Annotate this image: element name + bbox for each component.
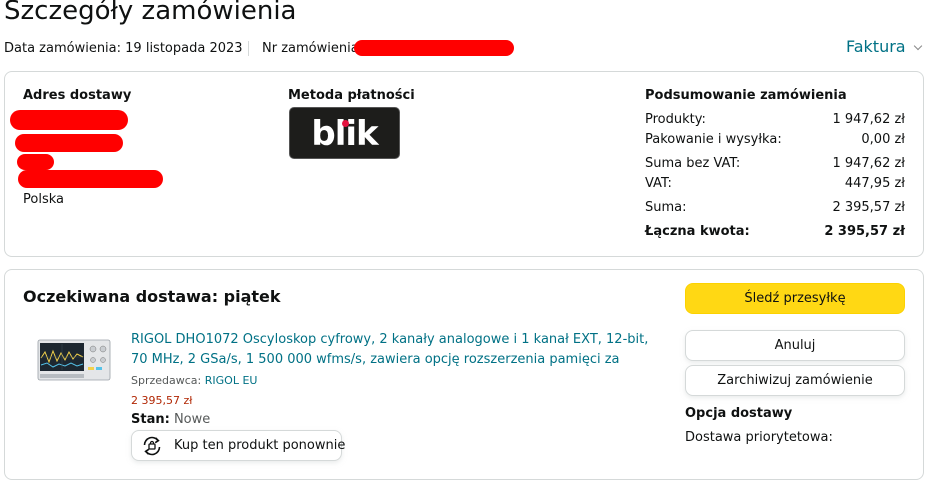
delivery-option-heading: Opcja dostawy <box>685 406 793 421</box>
summary-label-vat: VAT: <box>645 176 672 191</box>
invoice-link[interactable]: Faktura <box>846 36 906 58</box>
seller-info: Sprzedawca: RIGOL EU <box>131 373 257 389</box>
order-summary-heading: Podsumowanie zamówienia <box>645 88 847 103</box>
redacted-address-line-4 <box>18 170 163 188</box>
order-number-label: Nr zamówienia <box>262 41 359 56</box>
summary-label-products: Produkty: <box>645 112 706 127</box>
product-image[interactable] <box>37 338 111 382</box>
redacted-address-line-1 <box>10 110 128 130</box>
summary-label-grand-total: Łączna kwota: <box>645 224 750 239</box>
summary-value-shipping: 0,00 zł <box>861 132 905 147</box>
summary-label-shipping: Pakowanie i wysyłka: <box>645 132 782 147</box>
chevron-down-icon[interactable] <box>913 41 923 51</box>
summary-value-total: 2 395,57 zł <box>832 200 905 215</box>
condition-value: Nowe <box>173 412 211 427</box>
shipping-country: Polska <box>23 192 64 207</box>
seller-label: Sprzedawca: <box>131 374 202 387</box>
rebuy-icon <box>143 436 161 456</box>
buy-again-button[interactable]: Kup ten produkt ponownie <box>131 430 346 461</box>
buy-again-label: Kup ten produkt ponownie <box>174 438 346 453</box>
redacted-address-line-2 <box>15 134 123 152</box>
blik-logo-text: blik <box>311 114 378 154</box>
summary-label-net: Suma bez VAT: <box>645 156 741 171</box>
payment-method-heading: Metoda płatności <box>288 88 415 103</box>
summary-value-net: 1 947,62 zł <box>832 156 905 171</box>
shipping-address-heading: Adres dostawy <box>23 88 132 103</box>
delivery-option-value: Dostawa priorytetowa: <box>685 430 833 445</box>
blik-logo-dot <box>342 120 349 127</box>
track-package-button[interactable]: Śledź przesyłkę <box>685 283 905 314</box>
summary-value-products: 1 947,62 zł <box>832 112 905 127</box>
cancel-button[interactable]: Anuluj <box>685 330 905 361</box>
meta-divider <box>248 41 249 56</box>
product-title-link[interactable]: RIGOL DHO1072 Oscyloskop cyfrowy, 2 kana… <box>131 330 666 370</box>
summary-value-grand-total: 2 395,57 zł <box>824 224 905 239</box>
redacted-order-number <box>354 40 514 56</box>
archive-order-button[interactable]: Zarchiwizuj zamówienie <box>685 365 905 396</box>
product-price: 2 395,57 zł <box>131 394 193 407</box>
condition-label: Stan: <box>131 412 170 427</box>
blik-logo: blik <box>289 107 400 159</box>
summary-label-total: Suma: <box>645 200 687 215</box>
page-title: Szczegóły zamówienia <box>4 0 297 26</box>
seller-link[interactable]: RIGOL EU <box>205 374 258 387</box>
summary-value-vat: 447,95 zł <box>844 176 905 191</box>
redacted-address-line-3 <box>17 154 54 170</box>
order-date: Data zamówienia: 19 listopada 2023 <box>4 41 243 56</box>
expected-delivery-title: Oczekiwana dostawa: piątek <box>23 287 281 306</box>
product-condition: Stan: Nowe <box>131 411 210 429</box>
